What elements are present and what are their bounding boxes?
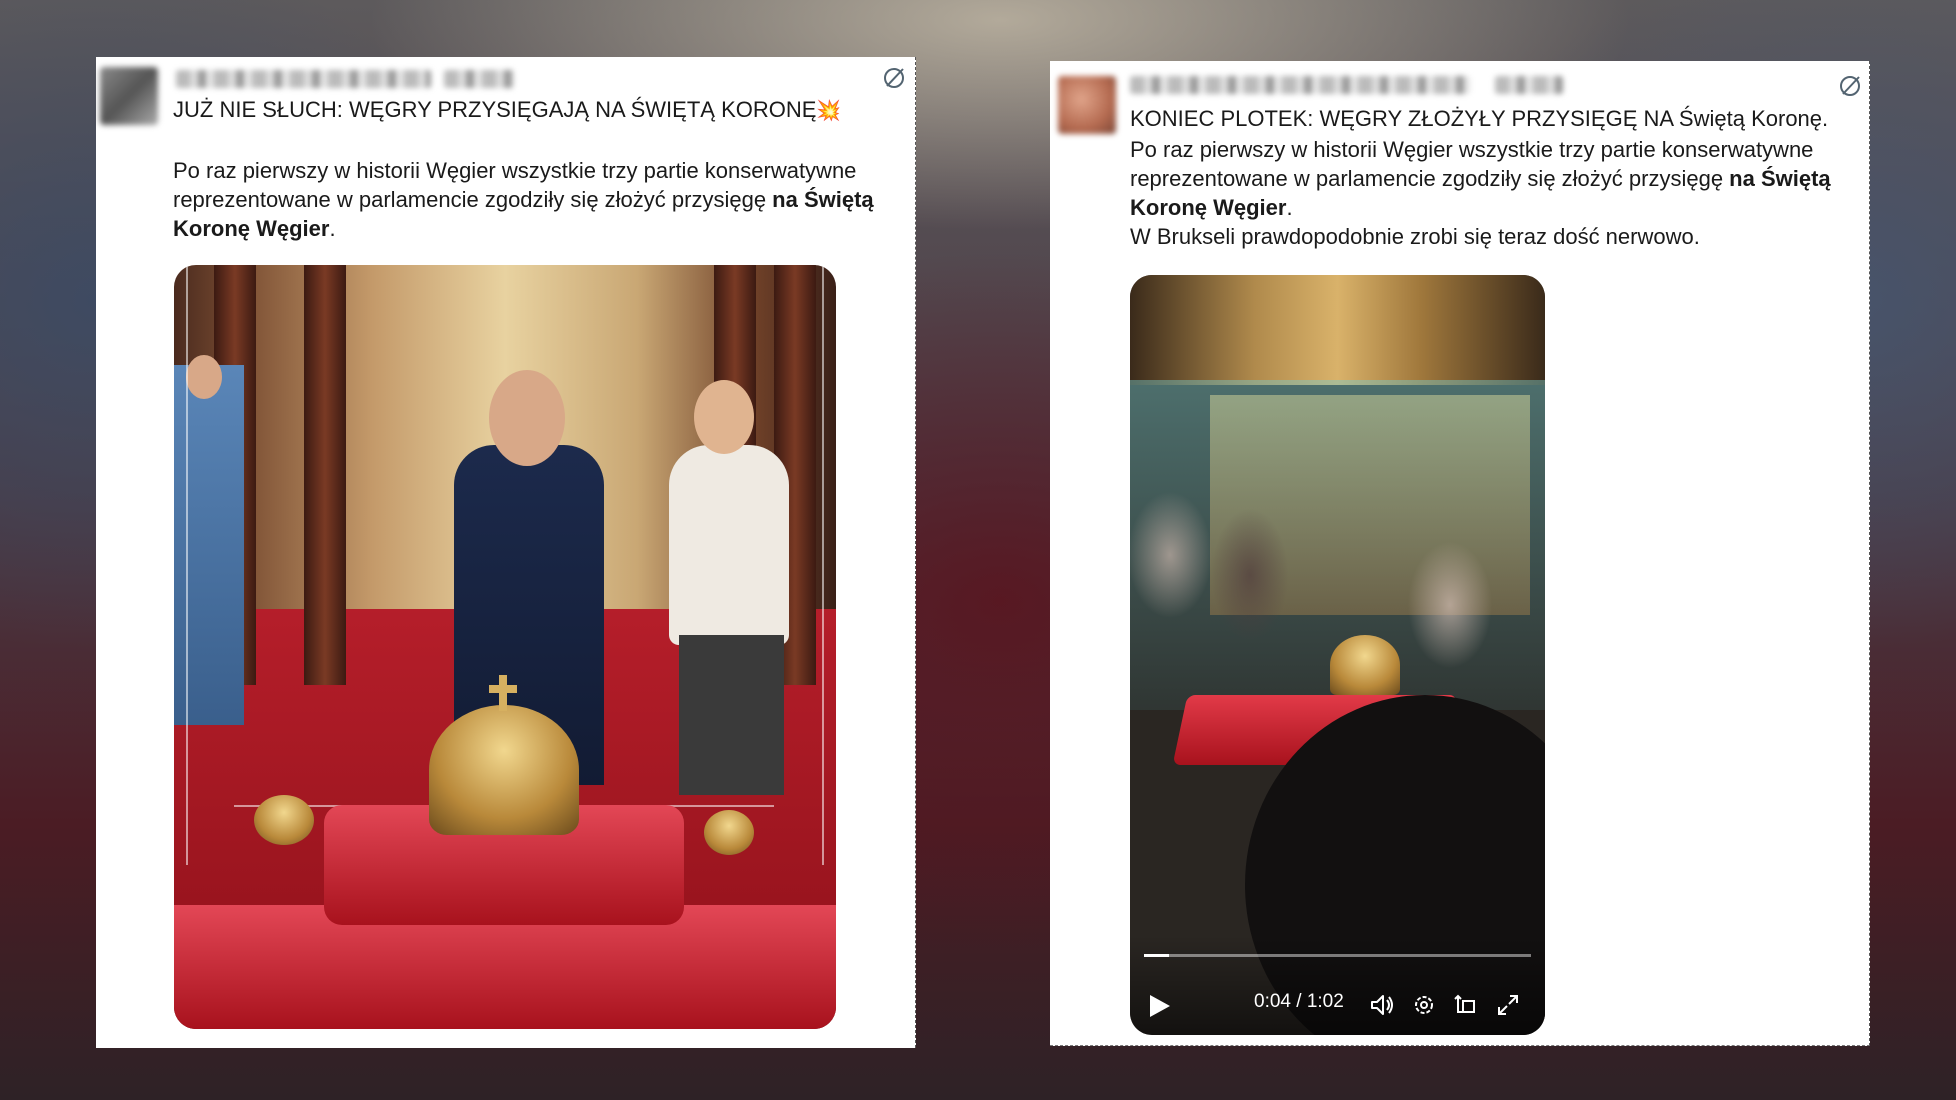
post-headline: KONIEC PLOTEK: WĘGRY ZŁOŻYŁY PRZYSIĘGĘ N… <box>1130 106 1829 131</box>
post-body: Po raz pierwszy w historii Węgier wszyst… <box>173 158 874 241</box>
sceptre <box>704 810 754 855</box>
post-card-left: JUŻ NIE SŁUCH: WĘGRY PRZYSIĘGAJĄ NA ŚWIĘ… <box>96 57 916 1048</box>
play-icon[interactable] <box>1148 993 1172 1019</box>
glass-case-edge <box>186 265 188 865</box>
video-progress-bar[interactable] <box>1144 954 1531 957</box>
fullscreen-icon[interactable] <box>1494 991 1522 1019</box>
crown-cross <box>489 685 517 693</box>
grok-icon[interactable] <box>881 65 907 91</box>
person-head <box>489 370 565 466</box>
person-left <box>174 365 244 725</box>
settings-icon[interactable] <box>1410 991 1438 1019</box>
video-time: 0:04 / 1:02 <box>1254 991 1344 1012</box>
person-head <box>694 380 754 454</box>
person-head <box>186 355 222 399</box>
glass-case-edge <box>822 265 824 865</box>
blurred-handle <box>1495 76 1563 94</box>
volume-icon[interactable] <box>1368 991 1396 1019</box>
post-video[interactable]: 0:04 / 1:02 <box>1130 275 1545 1035</box>
holy-crown <box>429 705 579 835</box>
post-headline: JUŻ NIE SŁUCH: WĘGRY PRZYSIĘGAJĄ NA ŚWIĘ… <box>173 97 842 122</box>
holy-crown <box>1330 635 1400 695</box>
photographers <box>1130 375 1545 675</box>
crown-cross <box>499 675 507 711</box>
person-right-skirt <box>679 635 784 795</box>
post-photo[interactable] <box>174 265 836 1029</box>
grok-icon[interactable] <box>1837 73 1863 99</box>
post-body: Po raz pierwszy w historii Węgier wszyst… <box>1130 137 1831 249</box>
parliament-interior <box>1130 275 1545 385</box>
collision-emoji-icon: 💥 <box>816 100 842 122</box>
orb <box>254 795 314 845</box>
post-card-right: KONIEC PLOTEK: WĘGRY ZŁOŻYŁY PRZYSIĘGĘ N… <box>1050 61 1870 1046</box>
post-body-line2: W Brukseli prawdopodobnie zrobi się tera… <box>1130 224 1700 249</box>
blurred-username <box>1130 76 1470 94</box>
video-controls: 0:04 / 1:02 <box>1130 935 1545 1035</box>
blurred-handle <box>444 70 514 88</box>
avatar[interactable] <box>100 67 158 125</box>
column <box>304 265 346 685</box>
picture-in-picture-icon[interactable] <box>1452 991 1480 1019</box>
person-right <box>669 445 789 645</box>
video-progress-fill <box>1144 954 1170 957</box>
blurred-username <box>176 70 431 88</box>
avatar[interactable] <box>1058 76 1116 134</box>
